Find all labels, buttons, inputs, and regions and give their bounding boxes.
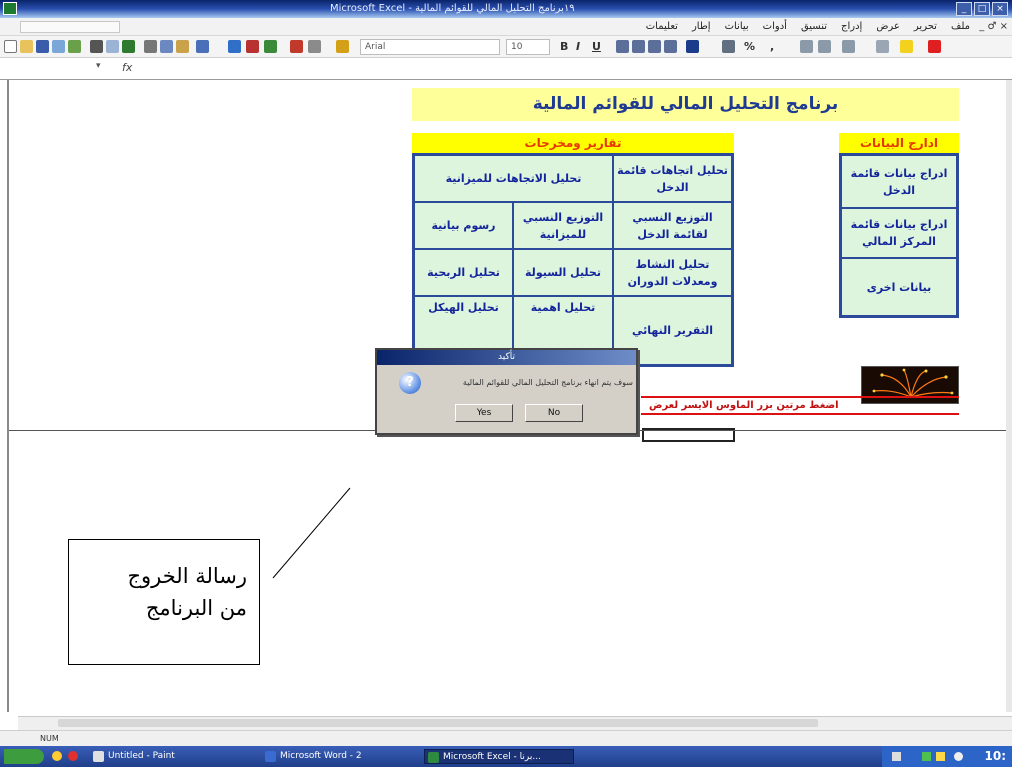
- system-tray: 10:: [882, 746, 1012, 767]
- task-word-label: Microsoft Word - 2: [280, 751, 362, 761]
- task-paint-label: Untitled - Paint: [108, 751, 175, 761]
- status-mode: NUM: [40, 734, 59, 743]
- callout-line-1: رسالة الخروج: [127, 564, 247, 588]
- exit-message-callout: رسالة الخروج من البرنامج: [68, 539, 260, 665]
- word-icon: [265, 751, 276, 762]
- start-button[interactable]: [4, 749, 44, 764]
- callout-line-2: من البرنامج: [145, 596, 247, 620]
- tray-icon[interactable]: [922, 752, 931, 761]
- taskbar: Untitled - Paint Microsoft Word - 2 Micr…: [0, 746, 1012, 767]
- status-bar: NUM: [0, 730, 1012, 746]
- quicklaunch-icon[interactable]: [68, 751, 78, 761]
- task-excel[interactable]: Microsoft Excel - برنا...: [424, 749, 574, 764]
- quicklaunch-icon[interactable]: [52, 751, 62, 761]
- tray-icon[interactable]: [954, 752, 963, 761]
- excel-task-icon: [428, 752, 439, 763]
- screen: Microsoft Excel - ١٩برنامج التحليل المال…: [0, 0, 1012, 767]
- tray-icon[interactable]: [892, 752, 901, 761]
- task-paint[interactable]: Untitled - Paint: [90, 749, 250, 764]
- horizontal-scrollbar[interactable]: [18, 716, 1012, 730]
- task-word[interactable]: Microsoft Word - 2: [262, 749, 412, 764]
- tray-icon[interactable]: [936, 752, 945, 761]
- horizontal-scroll-thumb[interactable]: [58, 719, 818, 727]
- task-excel-label: Microsoft Excel - برنا...: [443, 752, 541, 762]
- paint-icon: [93, 751, 104, 762]
- clock: 10:: [984, 749, 1007, 763]
